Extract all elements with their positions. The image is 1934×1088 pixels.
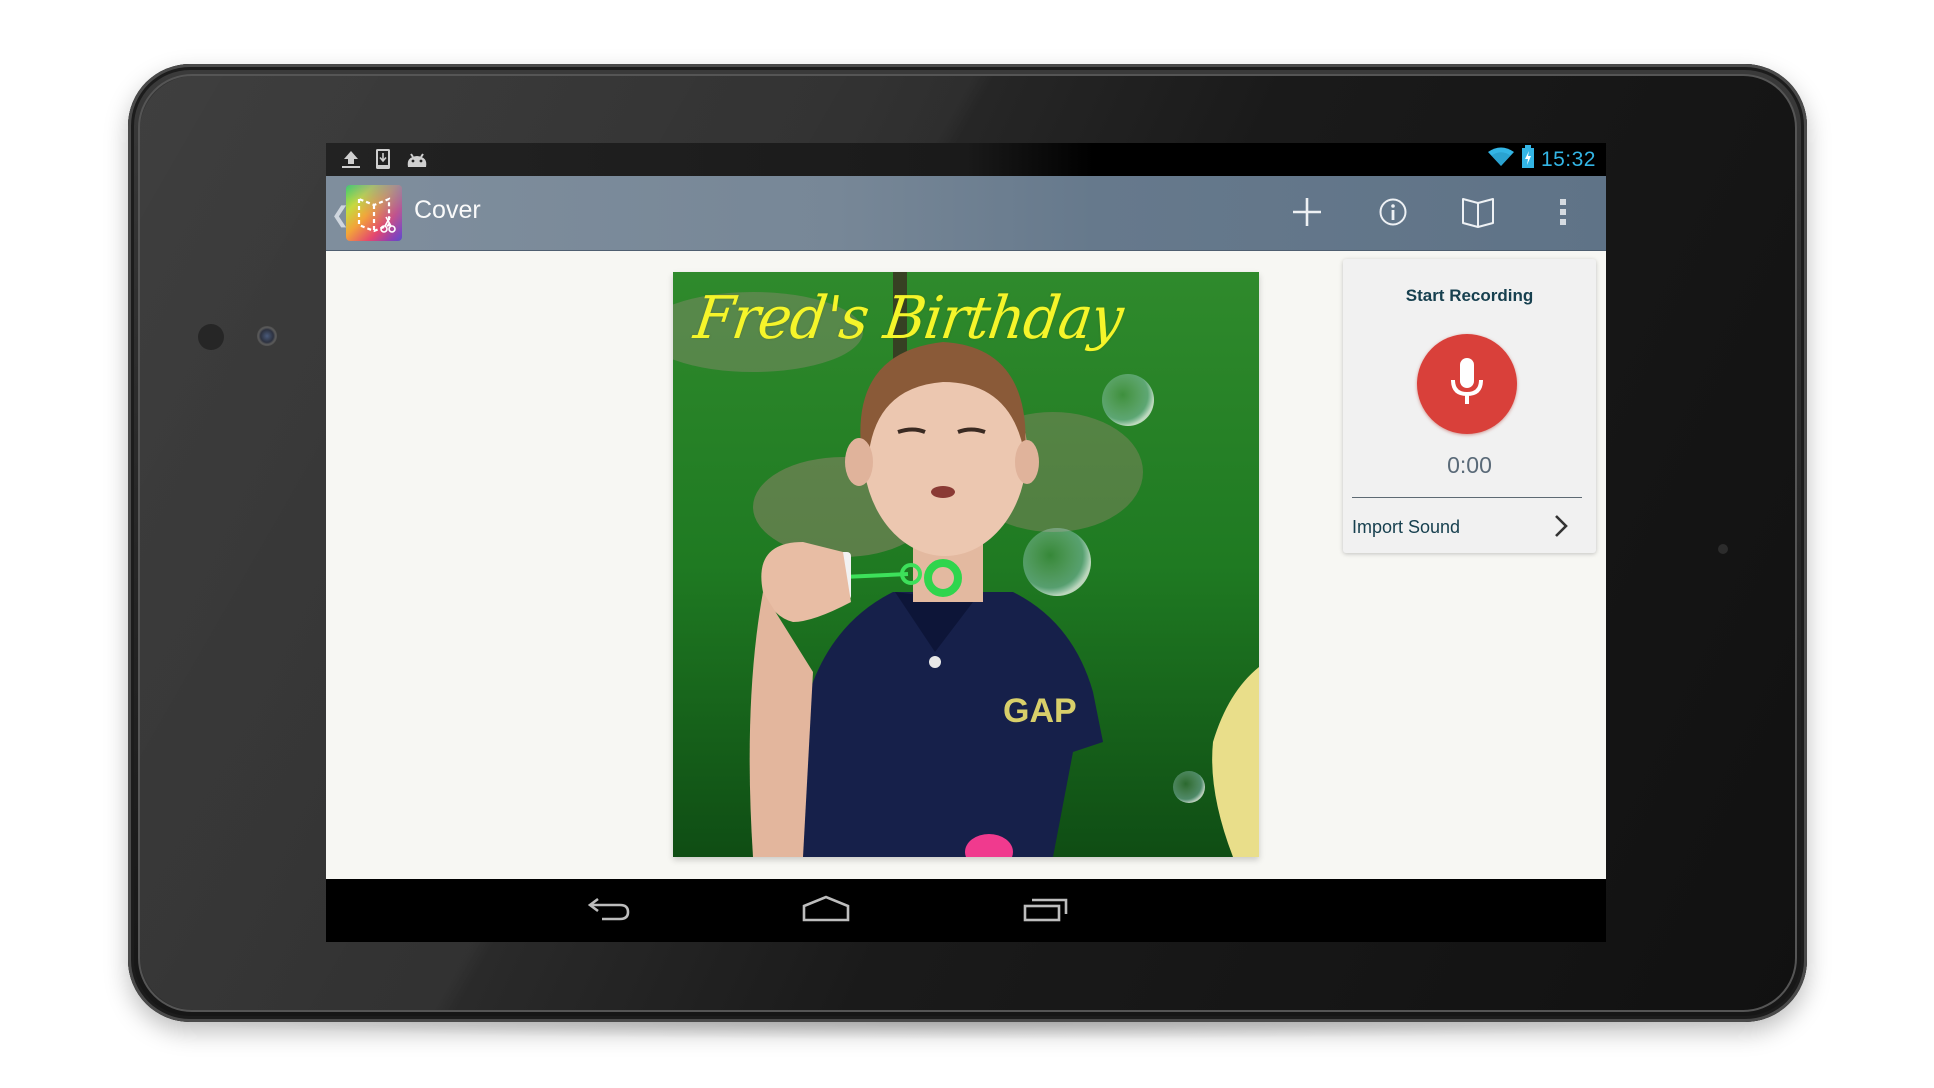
- android-debug-icon: [404, 149, 430, 174]
- cover-photo[interactable]: GAP Fred's Birthday: [673, 272, 1259, 857]
- action-bar: ❮ Cover: [326, 176, 1606, 251]
- upload-icon: [340, 148, 362, 175]
- recent-apps-icon: [1022, 895, 1070, 928]
- device-screen: 15:32 ❮ Cover GAP Fred's Birthday Start …: [326, 143, 1606, 942]
- add-button[interactable]: [1281, 188, 1333, 240]
- recording-timer: 0:00: [1447, 452, 1492, 478]
- download-to-device-icon: [374, 148, 392, 175]
- wifi-icon: [1487, 146, 1515, 173]
- open-book-icon: [1460, 195, 1496, 234]
- battery-charging-icon: [1521, 145, 1535, 174]
- read-book-button[interactable]: [1452, 188, 1504, 240]
- microphone-icon: [1447, 356, 1487, 413]
- front-camera-icon: [257, 326, 277, 346]
- more-vertical-icon: [1558, 197, 1568, 232]
- system-status: 15:32: [1487, 145, 1596, 174]
- svg-text:GAP: GAP: [1003, 692, 1077, 730]
- notification-led: [1718, 544, 1728, 554]
- light-sensor: [198, 324, 224, 350]
- chevron-right-icon: [1554, 514, 1568, 543]
- page-title: Cover: [414, 196, 481, 224]
- info-button[interactable]: [1367, 188, 1419, 240]
- import-sound-button[interactable]: Import Sound: [1343, 498, 1596, 553]
- photo-boy-blowing-bubbles: GAP: [673, 272, 1259, 857]
- plus-icon: [1290, 195, 1324, 234]
- notification-icons: [340, 148, 430, 175]
- import-sound-label: Import Sound: [1352, 517, 1461, 537]
- home-button[interactable]: [796, 891, 856, 931]
- overflow-menu-button[interactable]: [1537, 188, 1589, 240]
- page-title-text[interactable]: Fred's Birthday: [690, 284, 1126, 352]
- info-icon: [1377, 196, 1409, 233]
- start-recording-label: Start Recording: [1405, 286, 1534, 305]
- back-button[interactable]: [579, 891, 639, 931]
- status-bar: 15:32: [326, 143, 1606, 176]
- recording-panel: Start Recording 0:00 Import Sound: [1343, 259, 1596, 553]
- navigation-bar: [326, 879, 1606, 942]
- recent-apps-button[interactable]: [1016, 891, 1076, 931]
- book-creator-icon[interactable]: [346, 185, 402, 241]
- home-icon: [801, 895, 851, 928]
- book-page-canvas: GAP Fred's Birthday Start Recording 0:00…: [326, 251, 1606, 879]
- clock: 15:32: [1540, 147, 1596, 171]
- back-icon: [586, 895, 632, 928]
- record-button[interactable]: [1417, 334, 1517, 434]
